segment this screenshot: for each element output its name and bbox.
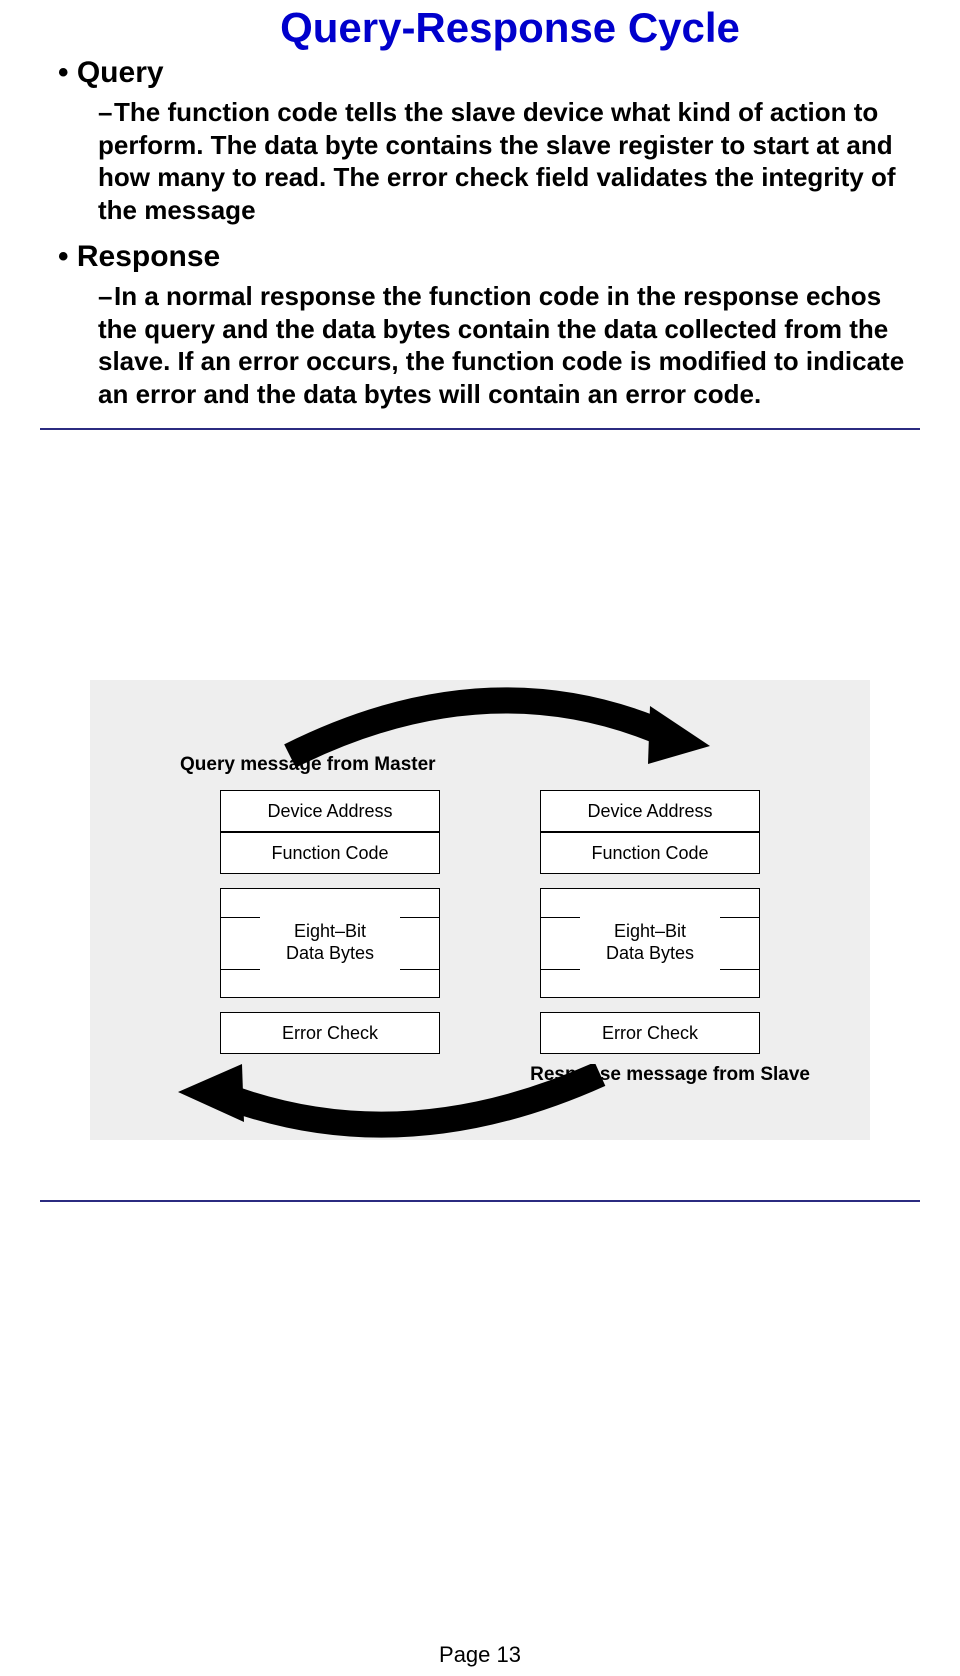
cell-data-bytes-r: Eight–Bit Data Bytes: [540, 888, 760, 998]
divider-top: [40, 428, 920, 430]
cell-function-code-l: Function Code: [220, 832, 440, 874]
cell-device-address-l: Device Address: [220, 790, 440, 832]
bullet-response-label: Response: [77, 240, 220, 273]
page-title: Query-Response Cycle: [40, 4, 920, 52]
cell-error-check-r: Error Check: [540, 1012, 760, 1054]
page-footer: Page 13: [0, 1642, 960, 1668]
bullet-response-sub: –In a normal response the function code …: [98, 280, 920, 410]
column-response: Device Address Function Code Eight–Bit D…: [540, 790, 760, 1054]
bullet-query: • Query: [58, 56, 920, 90]
cell-data-bytes-r-text: Eight–Bit Data Bytes: [606, 921, 694, 964]
caption-query: Query message from Master: [180, 754, 436, 776]
divider-bottom: [40, 1200, 920, 1202]
cell-data-bytes-l: Eight–Bit Data Bytes: [220, 888, 440, 998]
arrow-bottom-icon: [160, 1064, 640, 1144]
cell-error-check-l: Error Check: [220, 1012, 440, 1054]
bullet-query-label: Query: [77, 56, 164, 89]
bullet-response: • Response: [58, 240, 920, 274]
bullet-query-text: The function code tells the slave device…: [98, 97, 896, 225]
cell-device-address-r: Device Address: [540, 790, 760, 832]
bullet-list: • Query –The function code tells the sla…: [58, 56, 920, 410]
cell-data-bytes-l-text: Eight–Bit Data Bytes: [286, 921, 374, 964]
column-query: Device Address Function Code Eight–Bit D…: [220, 790, 440, 1054]
diagram-query-response: Query message from Master Device Address…: [90, 680, 870, 1140]
bullet-response-text: In a normal response the function code i…: [98, 281, 904, 409]
cell-function-code-r: Function Code: [540, 832, 760, 874]
bullet-query-sub: –The function code tells the slave devic…: [98, 96, 920, 226]
